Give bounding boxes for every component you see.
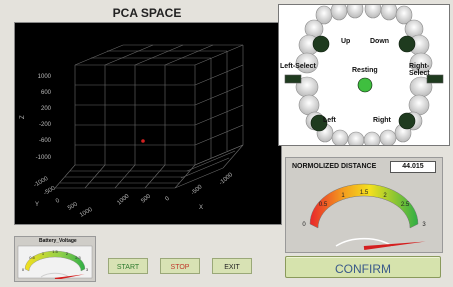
up-label: Up bbox=[341, 38, 351, 45]
x-tick-label: 500 bbox=[140, 193, 152, 204]
gauge-tick-label: 0 bbox=[302, 222, 306, 228]
normalized-distance-value: 44.015 bbox=[390, 161, 436, 173]
x-axis-label: X bbox=[199, 205, 203, 211]
y-axis-label: Y bbox=[35, 202, 39, 208]
pca-space-title: PCA SPACE bbox=[112, 6, 182, 20]
z-tick-label: 1000 bbox=[38, 74, 52, 80]
start-button[interactable]: START bbox=[108, 258, 148, 274]
y-tick-label: 0 bbox=[55, 198, 61, 205]
down-label: Down bbox=[370, 38, 390, 45]
battery-gauge: 0 0.5 1 1.5 2 2.5 3 bbox=[17, 245, 93, 279]
pca-plot-panel: 1000 600 200 -200 -600 -1000 Z -1000 -50… bbox=[14, 22, 282, 225]
x-tick-label: 0 bbox=[164, 195, 171, 202]
x-tick-label: -1000 bbox=[218, 172, 234, 187]
stop-button[interactable]: STOP bbox=[160, 258, 200, 274]
z-tick-label: -1000 bbox=[36, 155, 52, 161]
gauge-tick-label: 0.5 bbox=[319, 202, 328, 208]
z-tick-label: -200 bbox=[39, 122, 52, 128]
gauge-tick-label: 1.5 bbox=[360, 190, 369, 196]
down-indicator-light bbox=[398, 35, 416, 53]
confirm-button[interactable]: CONFIRM bbox=[285, 256, 441, 278]
right-select-label: Right-Select bbox=[409, 63, 430, 77]
battery-tick-label: 1.5 bbox=[52, 249, 58, 254]
x-tick-label: 1000 bbox=[116, 193, 131, 207]
left-select-label: Left-Select bbox=[280, 63, 316, 70]
pca-3d-plot: 1000 600 200 -200 -600 -1000 Z -1000 -50… bbox=[20, 44, 244, 219]
gauge-needle bbox=[363, 241, 426, 250]
y-tick-label: -1000 bbox=[33, 176, 50, 189]
battery-tick-label: 0.5 bbox=[29, 255, 35, 260]
z-tick-label: 200 bbox=[41, 106, 52, 112]
plot-grid bbox=[54, 44, 244, 189]
gauge-tick-label: 2.5 bbox=[401, 202, 410, 208]
z-tick-label: -600 bbox=[39, 138, 52, 144]
exit-button[interactable]: EXIT bbox=[212, 258, 252, 274]
left-label: Left bbox=[323, 117, 336, 124]
right-indicator-light bbox=[398, 112, 416, 130]
right-label: Right bbox=[373, 117, 391, 124]
z-axis-label: Z bbox=[20, 115, 26, 119]
x-tick-label: -500 bbox=[190, 184, 204, 197]
gauge-tick-label: 3 bbox=[422, 222, 426, 228]
y-tick-label: -500 bbox=[43, 185, 57, 197]
normalized-distance-panel: NORMOLIZED DISTANCE 44.015 0 0.5 1 1.5 2… bbox=[285, 157, 443, 253]
y-tick-label: 1000 bbox=[79, 207, 94, 219]
z-tick-label: 600 bbox=[41, 90, 52, 96]
left-select-indicator bbox=[284, 74, 302, 84]
resting-label: Resting bbox=[352, 67, 378, 74]
up-indicator-light bbox=[312, 35, 330, 53]
resting-indicator-light bbox=[357, 77, 373, 93]
y-tick-label: 500 bbox=[67, 201, 79, 212]
distance-gauge: 0 0.5 1 1.5 2 2.5 3 bbox=[302, 183, 426, 250]
normalized-distance-label: NORMOLIZED DISTANCE bbox=[292, 163, 377, 170]
pca-data-point bbox=[141, 139, 145, 143]
jaw-selector-panel: Up Down Left-Select Right-Select Resting… bbox=[278, 4, 450, 146]
battery-voltage-label: Battery_Voltage bbox=[39, 238, 77, 244]
battery-voltage-panel: Battery_Voltage 0 0.5 1 1.5 2 2.5 3 bbox=[14, 236, 96, 282]
battery-tick-label: 2.5 bbox=[75, 255, 81, 260]
